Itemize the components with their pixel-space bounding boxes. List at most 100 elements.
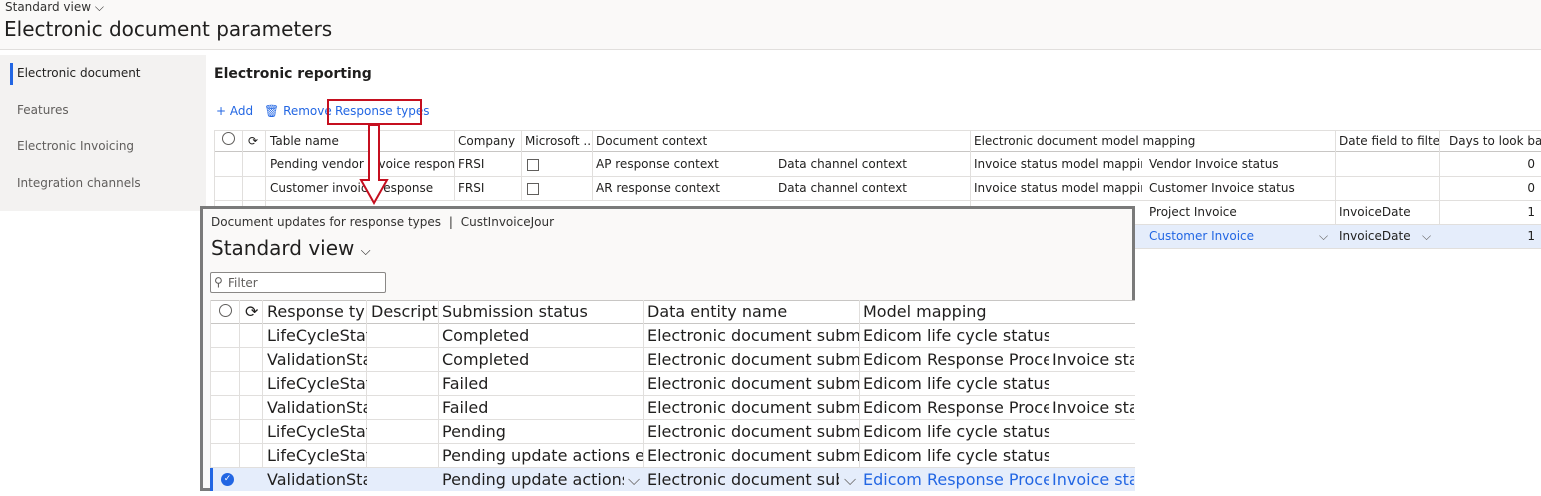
dialog-row-7-mapping2[interactable]: Invoice status [1048, 468, 1134, 492]
dialog-row-4-mapping2[interactable]: Invoice status [1048, 396, 1134, 420]
col-model-mapping[interactable]: Model mapping [859, 300, 1135, 324]
dialog-view-selector[interactable]: Standard view ⌵ [211, 236, 371, 260]
dialog-row-5-mapping2[interactable] [1048, 420, 1134, 444]
highlight-box [327, 99, 422, 125]
table-row-2-days[interactable]: 0 [1439, 177, 1537, 201]
nav-item-electronic-invoicing[interactable]: Electronic Invoicing [17, 139, 134, 153]
filter-input[interactable]: ⚲ Filter [210, 272, 386, 293]
table-row-1-checkbox[interactable] [522, 153, 592, 177]
check-circle-icon: ✓ [221, 473, 234, 486]
checkbox-icon [527, 182, 539, 195]
chevron-down-icon[interactable]: ⌵ [1418, 225, 1436, 249]
nav-item-electronic-document[interactable]: Electronic document [17, 66, 141, 80]
dialog-row-3-mapping[interactable]: Edicom life cycle status format (FR) [859, 372, 1049, 396]
table-row-1-days[interactable]: 0 [1439, 153, 1537, 177]
select-all-radio[interactable] [215, 300, 239, 324]
table-row-4-days[interactable]: 1 [1439, 225, 1537, 249]
dialog-row-2-mapping[interactable]: Edicom Response Processing (FR) [859, 348, 1049, 372]
table-row-4-mapping2[interactable]: Customer Invoice [1145, 225, 1310, 249]
dialog-row-3-type[interactable]: LifeCycleStatus [263, 372, 367, 396]
dialog-row-5-status[interactable]: Pending [438, 420, 643, 444]
dialog-grid: ⟳ Response type Description Submission s… [210, 300, 1135, 491]
dialog-row-3-entity[interactable]: Electronic document submission log [643, 372, 859, 396]
dialog-row-6-entity[interactable]: Electronic document submission log [643, 444, 859, 468]
page-title: Electronic document parameters [4, 17, 333, 41]
chevron-down-icon[interactable]: ⌵ [1315, 225, 1333, 249]
dialog-row-7-type[interactable]: ValidationStatus [263, 468, 367, 492]
table-row-2-checkbox[interactable] [522, 177, 592, 201]
table-row-3-days[interactable]: 1 [1439, 201, 1537, 225]
dialog-row-1-type[interactable]: LifeCycleStatus [263, 324, 367, 348]
dialog-row-1-status[interactable]: Completed [438, 324, 643, 348]
dialog-row-2-status[interactable]: Completed [438, 348, 643, 372]
dialog-row-6-type[interactable]: LifeCycleStatus [263, 444, 367, 468]
table-row-1-context2[interactable]: Data channel context [774, 153, 964, 177]
chevron-down-icon[interactable]: ⌵ [624, 468, 642, 492]
nav-item-features[interactable]: Features [17, 103, 69, 117]
dialog-breadcrumb: Document updates for response types | Cu… [211, 215, 554, 229]
table-row-4-date-field[interactable]: InvoiceDate [1335, 225, 1415, 249]
selected-indicator [210, 468, 213, 491]
radio-icon [219, 304, 232, 317]
nav-item-integration-channels[interactable]: Integration channels [17, 176, 141, 190]
col-date-field[interactable]: Date field to filter [1335, 130, 1439, 154]
select-all-radio[interactable] [218, 130, 240, 154]
col-days-back[interactable]: Days to look back [1445, 130, 1541, 154]
chevron-down-icon[interactable]: ⌵ [840, 468, 858, 492]
plus-icon: + [216, 104, 227, 118]
table-row-2-mapping[interactable]: Invoice status model mapping [970, 177, 1142, 201]
table-row-2-company[interactable]: FRSI [454, 177, 522, 201]
table-row-1-mapping[interactable]: Invoice status model mapping [970, 153, 1142, 177]
dialog-row-2-mapping2[interactable]: Invoice status [1048, 348, 1134, 372]
table-row-1-mapping2[interactable]: Vendor Invoice status [1145, 153, 1333, 177]
page-header: Standard view ⌵ Electronic document para… [0, 0, 1541, 50]
dialog-row-7-entity[interactable]: Electronic document submission l... [643, 468, 839, 492]
col-submission-status[interactable]: Submission status [438, 300, 643, 324]
table-row-1-company[interactable]: FRSI [454, 153, 522, 177]
dialog-row-3-mapping2[interactable] [1048, 372, 1134, 396]
view-selector[interactable]: Standard view ⌵ [5, 0, 104, 15]
dialog-row-3-status[interactable]: Failed [438, 372, 643, 396]
dialog-row-2-type[interactable]: ValidationStatus [263, 348, 367, 372]
table-row-3-date-field[interactable]: InvoiceDate [1335, 201, 1439, 225]
dialog-row-4-status[interactable]: Failed [438, 396, 643, 420]
dialog-row-7-check[interactable]: ✓ [217, 467, 239, 491]
dialog-row-1-mapping[interactable]: Edicom life cycle status format (FR) [859, 324, 1049, 348]
col-response-type[interactable]: Response type [263, 300, 367, 324]
refresh-icon[interactable]: ⟳ [241, 300, 263, 324]
dialog-row-6-status[interactable]: Pending update actions execution [438, 444, 643, 468]
dialog-row-1-entity[interactable]: Electronic document submission log [643, 324, 859, 348]
dialog-row-5-mapping[interactable]: Edicom life cycle status format (FR) [859, 420, 1049, 444]
dialog-row-1-mapping2[interactable] [1048, 324, 1134, 348]
radio-icon [222, 132, 235, 145]
dialog-row-4-entity[interactable]: Electronic document submission log [643, 396, 859, 420]
dialog-row-4-mapping[interactable]: Edicom Response Processing (FR) [859, 396, 1049, 420]
col-description[interactable]: Description [367, 300, 439, 324]
callout-arrow-icon [359, 125, 389, 205]
remove-button[interactable]: 🗑 Remove [264, 104, 332, 118]
dialog-row-5-entity[interactable]: Electronic document submission log [643, 420, 859, 444]
col-company[interactable]: Company [454, 130, 522, 154]
table-row-2-mapping2[interactable]: Customer Invoice status [1145, 177, 1333, 201]
table-row-2-doc-context[interactable]: AR response context [592, 177, 772, 201]
table-row-1-doc-context[interactable]: AP response context [592, 153, 772, 177]
table-row-1-date-field[interactable] [1335, 153, 1439, 177]
dialog-row-5-type[interactable]: LifeCycleStatus [263, 420, 367, 444]
col-data-entity-name[interactable]: Data entity name [643, 300, 859, 324]
table-row-2-date-field[interactable] [1335, 177, 1439, 201]
dialog-row-7-mapping[interactable]: Edicom Response Processing (FR) [859, 468, 1049, 492]
dialog-row-6-mapping[interactable]: Edicom life cycle status format (FR) [859, 444, 1049, 468]
table-row-3-mapping2[interactable]: Project Invoice [1145, 201, 1333, 225]
dialog-row-4-type[interactable]: ValidationStatus [263, 396, 367, 420]
dialog-row-7-status[interactable]: Pending update actions execution [438, 468, 624, 492]
chevron-down-icon: ⌵ [360, 244, 371, 259]
response-types-dialog: Document updates for response types | Cu… [200, 206, 1135, 491]
add-button[interactable]: + Add [216, 104, 253, 118]
col-document-context[interactable]: Document context [592, 130, 970, 154]
col-microsoft[interactable]: Microsoft ... [521, 130, 593, 154]
refresh-icon[interactable]: ⟳ [244, 130, 266, 154]
dialog-row-2-entity[interactable]: Electronic document submission log [643, 348, 859, 372]
table-row-2-context2[interactable]: Data channel context [774, 177, 964, 201]
dialog-row-6-mapping2[interactable] [1048, 444, 1134, 468]
col-model-mapping[interactable]: Electronic document model mapping [970, 130, 1335, 154]
